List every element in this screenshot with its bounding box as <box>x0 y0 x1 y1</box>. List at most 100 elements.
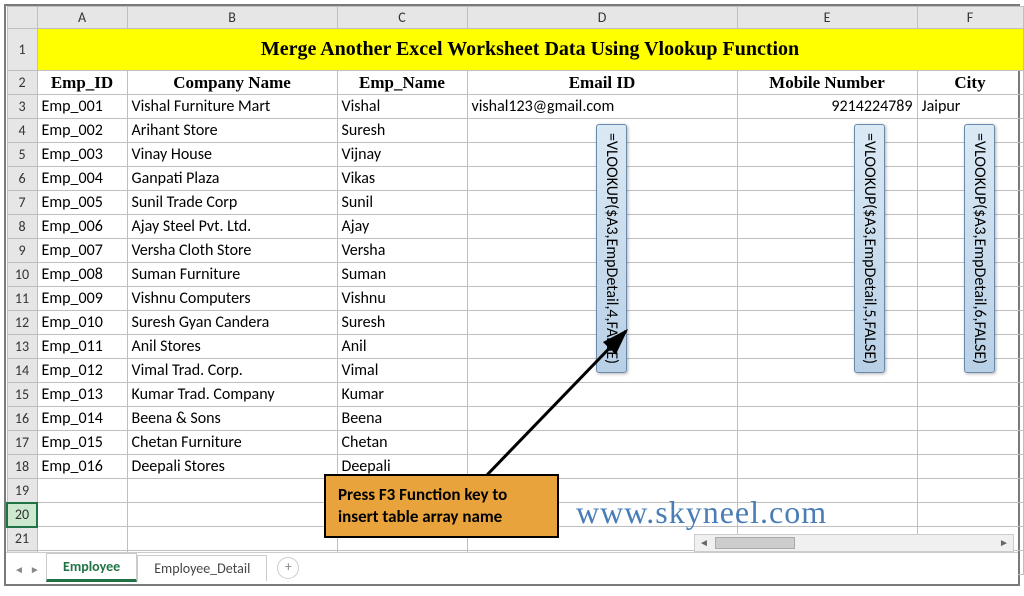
cell-E7[interactable] <box>737 191 917 215</box>
cell-F15[interactable] <box>917 383 1023 407</box>
tabs-nav-arrows[interactable]: ◄ ► <box>12 563 42 576</box>
cell-B18[interactable]: Deepali Stores <box>127 455 337 479</box>
row-header-5[interactable]: 5 <box>7 143 37 167</box>
cell-D15[interactable] <box>467 383 737 407</box>
row-header-2[interactable]: 2 <box>7 71 37 95</box>
row-header-11[interactable]: 11 <box>7 287 37 311</box>
cell-F18[interactable] <box>917 455 1023 479</box>
row-header-16[interactable]: 16 <box>7 407 37 431</box>
scroll-left-icon[interactable]: ◄ <box>695 535 713 551</box>
cell-B20[interactable] <box>127 503 337 527</box>
cell-C13[interactable]: Anil <box>337 335 467 359</box>
cell-A6[interactable]: Emp_004 <box>37 167 127 191</box>
cell-B13[interactable]: Anil Stores <box>127 335 337 359</box>
row-header-14[interactable]: 14 <box>7 359 37 383</box>
title-cell[interactable]: Merge Another Excel Worksheet Data Using… <box>37 29 1023 71</box>
row-header-10[interactable]: 10 <box>7 263 37 287</box>
cell-A21[interactable] <box>37 527 127 551</box>
scroll-track[interactable] <box>713 535 995 551</box>
cell-A16[interactable]: Emp_014 <box>37 407 127 431</box>
cell-A20[interactable] <box>37 503 127 527</box>
cell-F19[interactable] <box>917 479 1023 503</box>
cell-A12[interactable]: Emp_010 <box>37 311 127 335</box>
cell-C17[interactable]: Chetan <box>337 431 467 455</box>
cell-B7[interactable]: Sunil Trade Corp <box>127 191 337 215</box>
header-cell-E[interactable]: Mobile Number <box>737 71 917 95</box>
cell-E10[interactable] <box>737 263 917 287</box>
cell-A7[interactable]: Emp_005 <box>37 191 127 215</box>
scroll-right-icon[interactable]: ► <box>995 535 1013 551</box>
header-cell-C[interactable]: Emp_Name <box>337 71 467 95</box>
row-header-17[interactable]: 17 <box>7 431 37 455</box>
cell-E12[interactable] <box>737 311 917 335</box>
cell-A19[interactable] <box>37 479 127 503</box>
cell-B17[interactable]: Chetan Furniture <box>127 431 337 455</box>
cell-B5[interactable]: Vinay House <box>127 143 337 167</box>
cell-E17[interactable] <box>737 431 917 455</box>
cell-A10[interactable]: Emp_008 <box>37 263 127 287</box>
cell-B6[interactable]: Ganpati Plaza <box>127 167 337 191</box>
cell-C3[interactable]: Vishal <box>337 95 467 119</box>
row-header-1[interactable]: 1 <box>7 29 37 71</box>
row-header-3[interactable]: 3 <box>7 95 37 119</box>
cell-B3[interactable]: Vishal Furniture Mart <box>127 95 337 119</box>
cell-C15[interactable]: Kumar <box>337 383 467 407</box>
cell-A11[interactable]: Emp_009 <box>37 287 127 311</box>
cell-E15[interactable] <box>737 383 917 407</box>
cell-F20[interactable] <box>917 503 1023 527</box>
cell-B11[interactable]: Vishnu Computers <box>127 287 337 311</box>
cell-A13[interactable]: Emp_011 <box>37 335 127 359</box>
cell-E8[interactable] <box>737 215 917 239</box>
cell-B10[interactable]: Suman Furniture <box>127 263 337 287</box>
cell-C7[interactable]: Sunil <box>337 191 467 215</box>
cell-B14[interactable]: Vimal Trad. Corp. <box>127 359 337 383</box>
cell-A9[interactable]: Emp_007 <box>37 239 127 263</box>
cell-C9[interactable]: Versha <box>337 239 467 263</box>
cell-D17[interactable] <box>467 431 737 455</box>
cell-A8[interactable]: Emp_006 <box>37 215 127 239</box>
col-header-B[interactable]: B <box>127 7 337 29</box>
row-header-21[interactable]: 21 <box>7 527 37 551</box>
tab-employee-detail[interactable]: Employee_Detail <box>137 555 267 581</box>
cell-F3[interactable]: Jaipur <box>917 95 1023 119</box>
row-header-6[interactable]: 6 <box>7 167 37 191</box>
cell-C5[interactable]: Vijnay <box>337 143 467 167</box>
row-header-4[interactable]: 4 <box>7 119 37 143</box>
cell-E4[interactable] <box>737 119 917 143</box>
row-header-18[interactable]: 18 <box>7 455 37 479</box>
row-header-19[interactable]: 19 <box>7 479 37 503</box>
tab-nav-prev-icon[interactable]: ◄ <box>12 563 26 576</box>
cell-B4[interactable]: Arihant Store <box>127 119 337 143</box>
cell-B21[interactable] <box>127 527 337 551</box>
row-header-20[interactable]: 20 <box>7 503 37 527</box>
cell-E11[interactable] <box>737 287 917 311</box>
cell-E13[interactable] <box>737 335 917 359</box>
cell-A4[interactable]: Emp_002 <box>37 119 127 143</box>
cell-E6[interactable] <box>737 167 917 191</box>
header-cell-D[interactable]: Email ID <box>467 71 737 95</box>
cell-D3[interactable]: vishal123@gmail.com <box>467 95 737 119</box>
tab-employee[interactable]: Employee <box>46 553 137 582</box>
select-all-corner[interactable] <box>7 7 37 29</box>
cell-E5[interactable] <box>737 143 917 167</box>
cell-A14[interactable]: Emp_012 <box>37 359 127 383</box>
scroll-thumb[interactable] <box>715 537 795 549</box>
cell-E18[interactable] <box>737 455 917 479</box>
cell-C8[interactable]: Ajay <box>337 215 467 239</box>
row-header-12[interactable]: 12 <box>7 311 37 335</box>
col-header-A[interactable]: A <box>37 7 127 29</box>
cell-E14[interactable] <box>737 359 917 383</box>
horizontal-scrollbar[interactable]: ◄ ► <box>694 534 1014 552</box>
row-header-7[interactable]: 7 <box>7 191 37 215</box>
cell-A17[interactable]: Emp_015 <box>37 431 127 455</box>
cell-F16[interactable] <box>917 407 1023 431</box>
cell-E9[interactable] <box>737 239 917 263</box>
cell-C11[interactable]: Vishnu <box>337 287 467 311</box>
row-header-8[interactable]: 8 <box>7 215 37 239</box>
cell-B9[interactable]: Versha Cloth Store <box>127 239 337 263</box>
col-header-E[interactable]: E <box>737 7 917 29</box>
cell-E3[interactable]: 9214224789 <box>737 95 917 119</box>
cell-A5[interactable]: Emp_003 <box>37 143 127 167</box>
cell-E16[interactable] <box>737 407 917 431</box>
tab-add-button[interactable]: + <box>277 557 299 579</box>
